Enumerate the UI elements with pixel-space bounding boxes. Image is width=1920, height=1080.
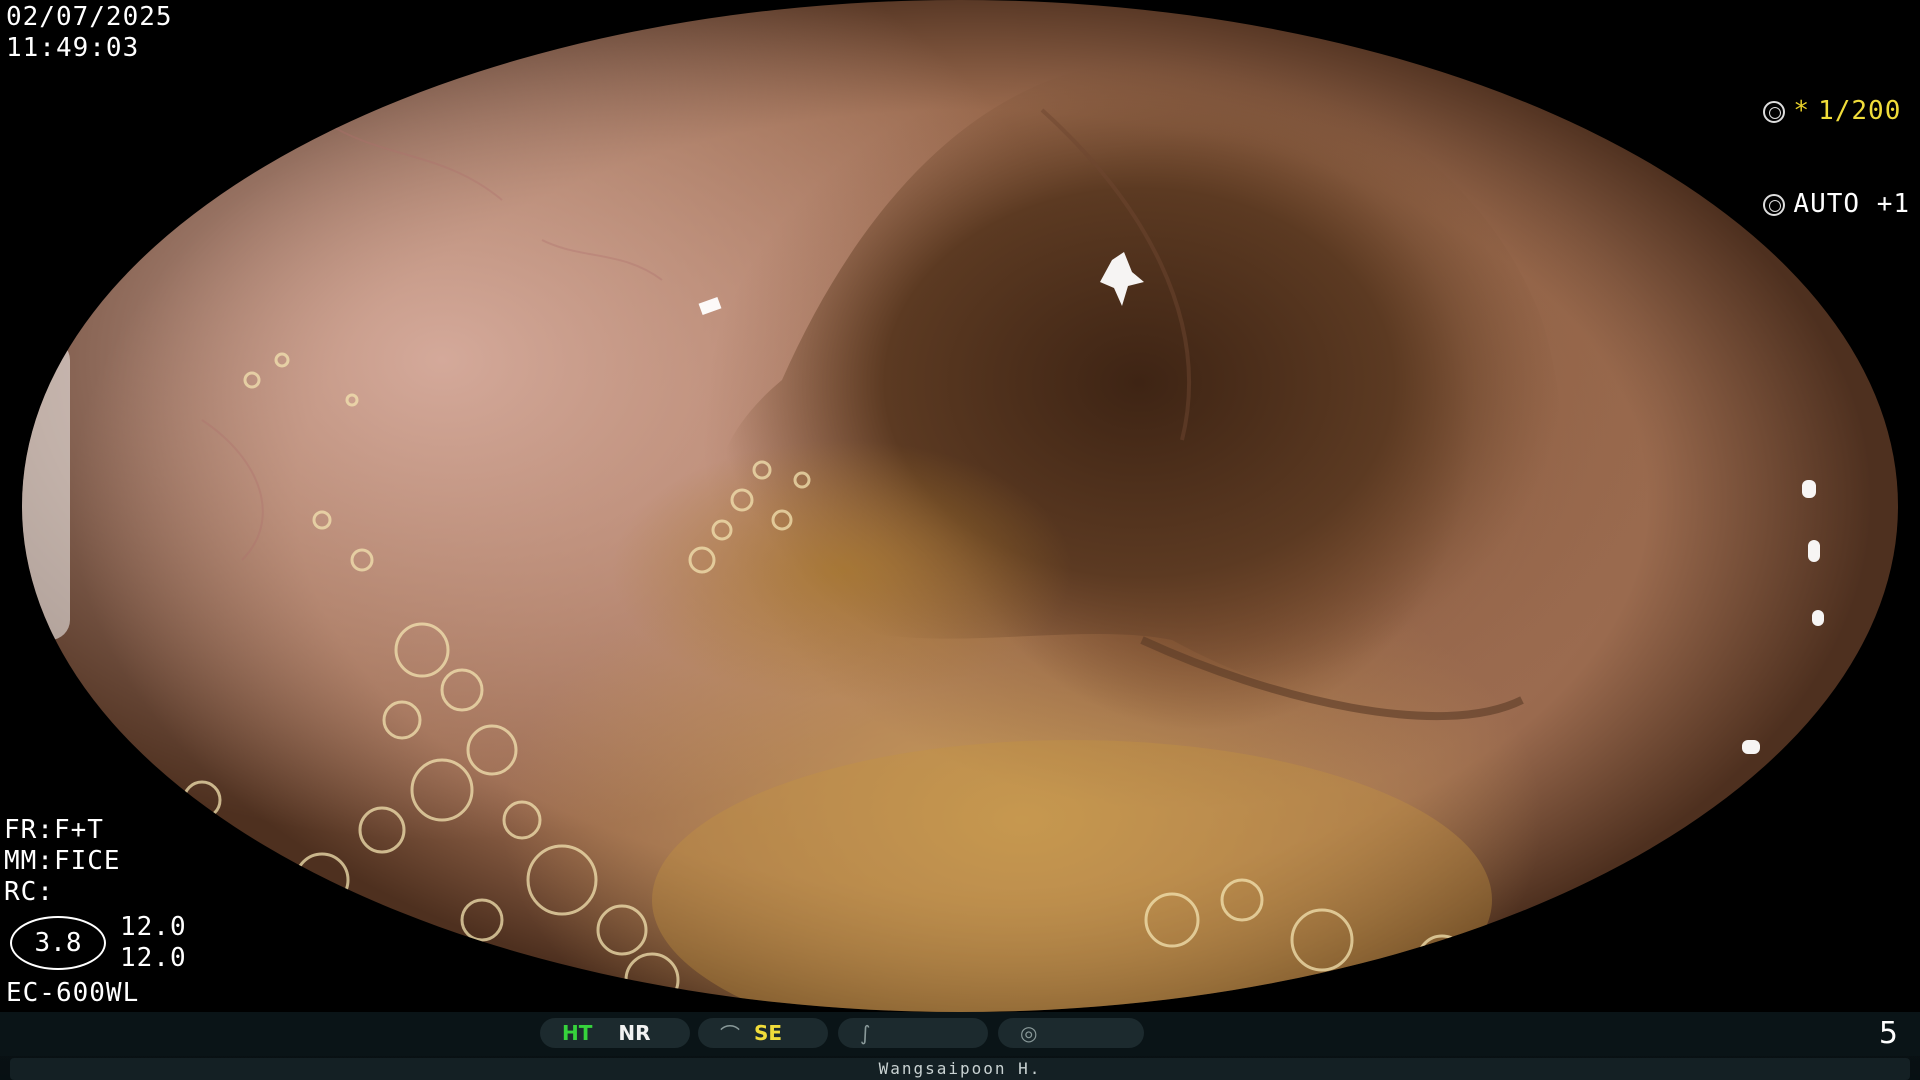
color-mode-icon: ∫ <box>860 1021 871 1045</box>
fr-text: FR:F+T <box>4 815 104 845</box>
gain-1: 12.0 <box>120 912 187 942</box>
time-text: 11:49:03 <box>6 33 140 63</box>
exposure-readout: * 1/200 AUTO +1 <box>1763 34 1910 251</box>
status-bar-top: HT NR ⌒ SE ∫ ◎ 5 <box>0 1012 1920 1056</box>
scope-model: EC-600WL <box>6 978 140 1008</box>
se-pill: ⌒ SE <box>698 1018 828 1048</box>
structure-enhance-icon: ⌒ <box>720 1022 740 1047</box>
ht-indicator: HT <box>562 1021 593 1045</box>
status-bar: HT NR ⌒ SE ∫ ◎ 5 Wangsaipoon H. <box>0 1012 1920 1080</box>
mode-icon: ◎ <box>1020 1021 1038 1045</box>
date-text: 02/07/2025 <box>6 2 173 32</box>
rc-text: RC: <box>4 877 54 907</box>
iris-icon <box>1763 193 1786 216</box>
zoom-value: 3.8 <box>34 928 82 958</box>
shutter-row: * 1/200 <box>1763 96 1910 127</box>
shutter-icon <box>1763 100 1786 123</box>
processing-params: FR:F+T MM:FICE RC: <box>4 815 121 908</box>
nr-indicator: NR <box>618 1021 651 1045</box>
gain-readout: 12.0 12.0 <box>120 912 187 974</box>
iris-value: AUTO +1 <box>1793 189 1910 219</box>
endoscope-view <box>22 0 1898 1012</box>
mucosa-detail <box>22 60 1824 1012</box>
date-time-readout: 02/07/2025 11:49:03 <box>6 2 173 64</box>
iris-row: AUTO +1 <box>1763 189 1910 220</box>
mode-pill: ◎ <box>998 1018 1144 1048</box>
gain-2: 12.0 <box>120 943 187 973</box>
color-mode-pill: ∫ <box>838 1018 988 1048</box>
shutter-marker: * <box>1793 96 1811 126</box>
se-indicator: SE <box>754 1021 783 1045</box>
operator-name: Wangsaipoon H. <box>10 1058 1910 1080</box>
zoom-indicator: 3.8 <box>10 916 106 970</box>
page-number: 5 <box>1878 1016 1898 1051</box>
shutter-value: 1/200 <box>1818 96 1902 126</box>
ht-nr-pill: HT NR <box>540 1018 690 1048</box>
mm-text: MM:FICE <box>4 846 121 876</box>
